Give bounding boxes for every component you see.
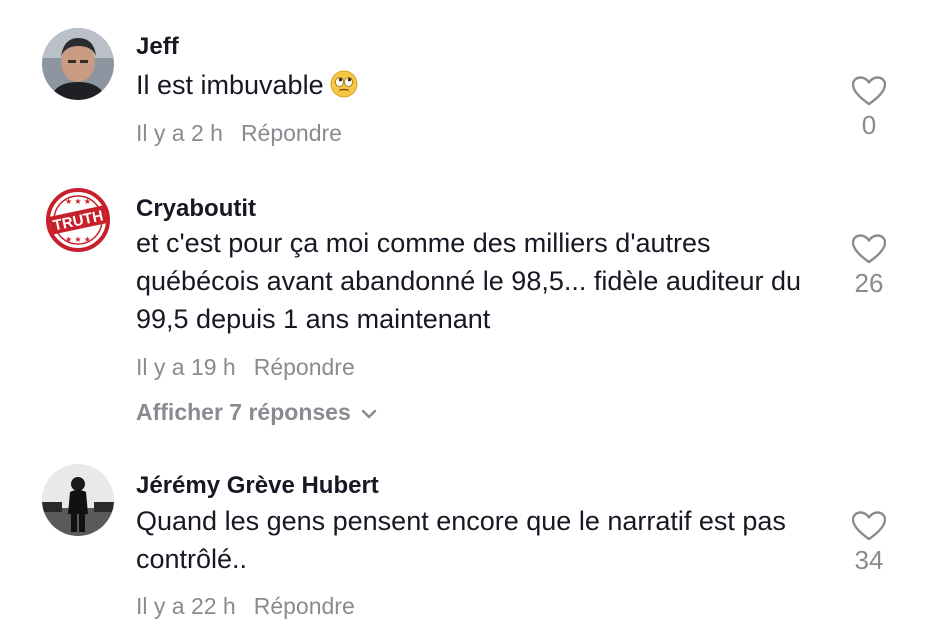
svg-text:★ ★ ★: ★ ★ ★ xyxy=(65,197,91,206)
heart-outline-icon xyxy=(852,76,886,106)
comments-list: Jeff Il est imbuvable Il y a 2 h Répondre… xyxy=(0,0,944,640)
comment-text: et c'est pour ça moi comme des milliers … xyxy=(136,228,802,334)
like-count: 26 xyxy=(854,268,884,298)
heart-outline-icon xyxy=(852,511,886,541)
comment-username[interactable]: Cryaboutit xyxy=(136,195,256,223)
avatar[interactable]: TRUTH ★ ★ ★ ★ ★ ★ xyxy=(42,184,114,256)
person-street-avatar-image xyxy=(42,464,114,536)
avatar[interactable] xyxy=(42,464,114,536)
avatar[interactable] xyxy=(42,28,114,100)
comment-timestamp: Il y a 2 h xyxy=(136,120,223,146)
man-portrait-avatar-image xyxy=(42,28,114,100)
comment-timestamp: Il y a 22 h xyxy=(136,593,236,619)
like-button[interactable]: 34 xyxy=(838,511,900,576)
comment-meta: Il y a 19 h Répondre xyxy=(136,354,355,381)
view-replies-button[interactable]: Afficher 7 réponses xyxy=(136,399,377,426)
chevron-down-icon xyxy=(361,409,376,419)
svg-text:★ ★ ★: ★ ★ ★ xyxy=(65,235,91,244)
like-button[interactable]: 0 xyxy=(838,76,900,141)
comment-meta: Il y a 2 h Répondre xyxy=(136,120,342,147)
comment-text-content: Il est imbuvable xyxy=(136,70,324,100)
rolling-eyes-emoji-icon xyxy=(330,70,358,108)
like-count: 0 xyxy=(861,110,877,140)
view-replies-label: Afficher 7 réponses xyxy=(136,399,351,425)
comment-timestamp: Il y a 19 h xyxy=(136,354,236,380)
comment-meta: Il y a 22 h Répondre xyxy=(136,593,355,620)
truth-stamp-avatar-image: TRUTH ★ ★ ★ ★ ★ ★ xyxy=(42,184,114,256)
reply-button[interactable]: Répondre xyxy=(254,354,355,380)
comment-username[interactable]: Jeff xyxy=(136,33,179,61)
reply-button[interactable]: Répondre xyxy=(254,593,355,619)
heart-outline-icon xyxy=(852,234,886,264)
like-button[interactable]: 26 xyxy=(838,234,900,299)
comment-text: Il est imbuvable xyxy=(136,66,826,108)
comment-text: Quand les gens pensent encore que le nar… xyxy=(136,506,786,574)
like-count: 34 xyxy=(854,545,884,575)
reply-button[interactable]: Répondre xyxy=(241,120,342,146)
comment-username[interactable]: Jérémy Grève Hubert xyxy=(136,472,379,500)
